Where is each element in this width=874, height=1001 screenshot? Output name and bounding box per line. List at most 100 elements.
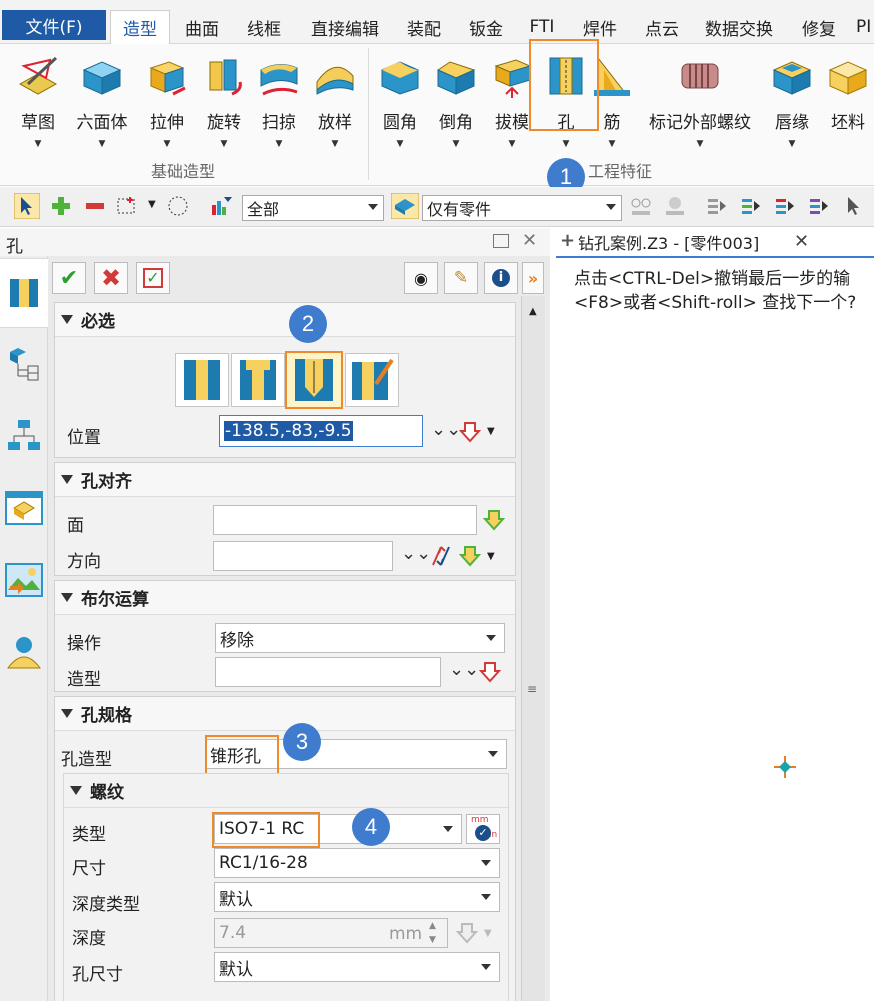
position-input[interactable]: -138.5,-83,-9.5	[219, 415, 423, 447]
extrude-button[interactable]: 拉伸 ▼	[139, 48, 195, 152]
chevron-down-icon[interactable]: ▼	[221, 139, 228, 149]
chevron-down-icon[interactable]: ▼	[164, 139, 171, 149]
chevron-down-icon[interactable]: ▼	[484, 928, 492, 939]
tab-sheet-metal[interactable]: 钣金	[460, 10, 512, 44]
chevron-down-icon[interactable]: ▼	[487, 551, 495, 562]
scroll-up-icon[interactable]: ▲	[529, 306, 537, 317]
filter-select[interactable]: 全部	[242, 195, 384, 221]
pick-direction-icon[interactable]	[459, 545, 481, 567]
required-section-header[interactable]: 必选	[55, 303, 515, 337]
custom-hole-type-button[interactable]	[345, 353, 399, 407]
lip-button[interactable]: 唇缘 ▼	[764, 48, 820, 152]
side-tab-tree[interactable]	[4, 344, 44, 384]
direction-input[interactable]	[213, 541, 393, 571]
chevron-down-icon[interactable]: ▼	[276, 139, 283, 149]
chevron-down-icon[interactable]: ▼	[332, 139, 339, 149]
mark-external-thread-button[interactable]: 标记外部螺纹 ▼	[644, 48, 756, 152]
chevron-down-icon[interactable]: ▼	[148, 199, 156, 210]
tab-point-cloud[interactable]: 点云	[636, 10, 688, 44]
tab-data-exchange[interactable]: 数据交换	[698, 10, 780, 44]
scope-select[interactable]: 仅有零件	[422, 195, 622, 221]
chevron-down-icon[interactable]: ▼	[397, 139, 404, 149]
tab-wireframe[interactable]: 线框	[238, 10, 290, 44]
box-button[interactable]: 六面体 ▼	[74, 48, 130, 152]
hole-size-select[interactable]: 默认	[214, 952, 500, 982]
depth-spinner[interactable]: ▲ ▼	[429, 919, 436, 947]
origin-marker-icon[interactable]	[772, 754, 798, 780]
close-icon[interactable]: ✕	[522, 230, 537, 251]
apply-button[interactable]: ✓	[136, 262, 170, 294]
unit-toggle-button[interactable]: mm in ✓	[466, 814, 500, 844]
chevron-down-icon[interactable]: ▼	[487, 426, 495, 437]
ref-point-icon[interactable]	[628, 195, 654, 217]
simple-hole-type-button[interactable]	[175, 353, 229, 407]
tab-pi[interactable]: PI	[856, 10, 874, 44]
chamfer-button[interactable]: 倒角 ▼	[428, 48, 484, 152]
hole-align-header[interactable]: 孔对齐	[55, 463, 515, 497]
tab-repair[interactable]: 修复	[794, 10, 844, 44]
boolean-header[interactable]: 布尔运算	[55, 581, 515, 615]
part-scope-icon[interactable]	[391, 193, 419, 219]
sweep-button[interactable]: 扫掠 ▼	[251, 48, 307, 152]
pick-point-icon[interactable]	[459, 421, 481, 443]
double-chevron-down-icon[interactable]: ⌄⌄	[449, 659, 479, 680]
face-input[interactable]	[213, 505, 477, 535]
expand-panel-button[interactable]: »	[522, 262, 544, 294]
tab-assembly[interactable]: 装配	[398, 10, 450, 44]
stock-button[interactable]: 坯料	[820, 48, 874, 152]
double-chevron-down-icon[interactable]: ⌄⌄	[401, 543, 431, 564]
chevron-down-icon[interactable]: ▼	[697, 139, 704, 149]
tab-modeling[interactable]: 造型	[110, 10, 170, 44]
ok-button[interactable]: ✔	[52, 262, 86, 294]
thread-size-select[interactable]: RC1/16-28	[214, 848, 500, 878]
pick-depth-icon[interactable]	[456, 922, 478, 944]
layer-filter-blue-icon[interactable]	[740, 195, 762, 217]
chevron-down-icon[interactable]: ▼	[99, 139, 106, 149]
chevron-down-icon[interactable]: ▼	[609, 139, 616, 149]
chevron-down-icon[interactable]: ▼	[453, 139, 460, 149]
preview-button[interactable]: ◉	[404, 262, 438, 294]
chevron-down-icon[interactable]: ▼	[509, 139, 516, 149]
threaded-hole-type-button[interactable]	[285, 351, 343, 409]
thread-header[interactable]: 螺纹	[64, 774, 508, 808]
close-tab-icon[interactable]: ✕	[794, 231, 809, 252]
side-tab-hole[interactable]	[0, 258, 48, 328]
document-tab[interactable]: + 钻孔案例.Z3 - [零件003] ✕	[556, 228, 874, 258]
tab-surface[interactable]: 曲面	[176, 10, 228, 44]
pick-shape-icon[interactable]	[479, 661, 501, 683]
select-pointer-icon[interactable]	[14, 193, 40, 219]
pin-icon[interactable]	[493, 234, 509, 248]
depth-input[interactable]: 7.4 mm ▲ ▼	[214, 918, 448, 948]
side-tab-view[interactable]	[4, 488, 44, 528]
cancel-button[interactable]: ✖	[94, 262, 128, 294]
chevron-down-icon[interactable]: ▼	[563, 139, 570, 149]
shape-input[interactable]	[215, 657, 441, 687]
tab-direct-edit[interactable]: 直接编辑	[300, 10, 390, 44]
layer-filter-red-icon[interactable]	[774, 195, 796, 217]
loft-button[interactable]: 放样 ▼	[307, 48, 363, 152]
side-tab-user[interactable]	[4, 632, 44, 672]
side-tab-image[interactable]	[4, 560, 44, 600]
depth-type-select[interactable]: 默认	[214, 882, 500, 912]
remove-icon[interactable]	[84, 195, 106, 217]
ref-body-icon[interactable]	[662, 195, 688, 217]
filter-icon[interactable]	[210, 195, 232, 217]
sketch-button[interactable]: 草图 ▼	[10, 48, 66, 152]
counterbore-hole-type-button[interactable]	[231, 353, 285, 407]
pick-face-icon[interactable]	[483, 509, 505, 531]
cursor-icon[interactable]	[842, 195, 864, 217]
double-chevron-down-icon[interactable]: ⌄⌄	[431, 419, 461, 440]
add-icon[interactable]	[50, 195, 72, 217]
graphics-area[interactable]: 点击<CTRL-Del>撤销最后一步的输 <F8>或者<Shift-roll> …	[556, 258, 874, 1001]
reverse-direction-icon[interactable]	[429, 545, 453, 567]
chevron-down-icon[interactable]: ▼	[789, 139, 796, 149]
box-select-icon[interactable]	[116, 195, 138, 217]
chevron-down-icon[interactable]: ▼	[35, 139, 42, 149]
lasso-select-icon[interactable]	[167, 195, 189, 217]
layer-filter-purple-icon[interactable]	[808, 195, 830, 217]
info-button[interactable]: i	[484, 262, 518, 294]
side-tab-assembly[interactable]	[4, 416, 44, 456]
brush-button[interactable]: ✎	[444, 262, 478, 294]
hole-spec-header[interactable]: 孔规格	[55, 697, 515, 731]
revolve-button[interactable]: 旋转 ▼	[196, 48, 252, 152]
